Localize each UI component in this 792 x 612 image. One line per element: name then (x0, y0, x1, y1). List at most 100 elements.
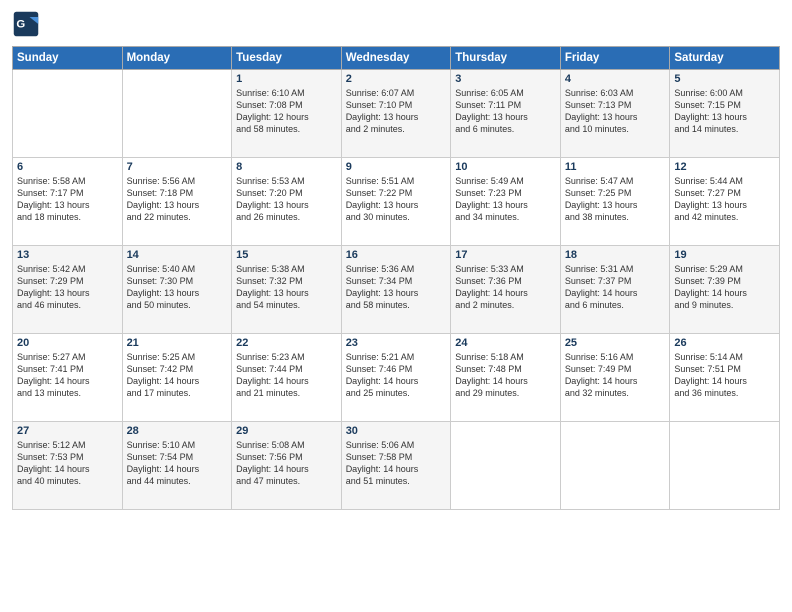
day-info: Sunrise: 5:27 AM Sunset: 7:41 PM Dayligh… (17, 351, 118, 400)
day-info: Sunrise: 6:10 AM Sunset: 7:08 PM Dayligh… (236, 87, 337, 136)
day-cell (451, 422, 561, 510)
day-cell: 10Sunrise: 5:49 AM Sunset: 7:23 PM Dayli… (451, 158, 561, 246)
day-cell: 11 Sunrise: 5:47 AM Sunset: 7:25 PM Dayli… (560, 158, 670, 246)
day-number: 6 (17, 161, 118, 173)
day-cell: 8 Sunrise: 5:53 AM Sunset: 7:20 PM Daylig… (232, 158, 342, 246)
day-cell: 5 Sunrise: 6:00 AM Sunset: 7:15 PM Daylig… (670, 70, 780, 158)
day-info: Sunrise: 5:40 AM Sunset: 7:30 PM Dayligh… (127, 263, 228, 312)
calendar-table: SundayMondayTuesdayWednesdayThursdayFrid… (12, 46, 780, 510)
day-info: Sunrise: 5:14 AM Sunset: 7:51 PM Dayligh… (674, 351, 775, 400)
day-cell: 26 Sunrise: 5:14 AM Sunset: 7:51 PM Dayli… (670, 334, 780, 422)
day-cell: 27 Sunrise: 5:12 AM Sunset: 7:53 PM Dayli… (13, 422, 123, 510)
day-info: Sunrise: 5:38 AM Sunset: 7:32 PM Dayligh… (236, 263, 337, 312)
day-cell: 4 Sunrise: 6:03 AM Sunset: 7:13 PM Daylig… (560, 70, 670, 158)
day-info: Sunrise: 5:10 AM Sunset: 7:54 PM Dayligh… (127, 439, 228, 488)
day-number: 14 (127, 249, 228, 261)
day-cell (13, 70, 123, 158)
day-number: 25 (565, 337, 666, 349)
day-cell: 15 Sunrise: 5:38 AM Sunset: 7:32 PM Dayli… (232, 246, 342, 334)
week-row-1: 1 Sunrise: 6:10 AM Sunset: 7:08 PM Daylig… (13, 70, 780, 158)
day-info: Sunrise: 5:16 AM Sunset: 7:49 PM Dayligh… (565, 351, 666, 400)
day-number: 28 (127, 425, 228, 437)
week-row-3: 13 Sunrise: 5:42 AM Sunset: 7:29 PM Dayli… (13, 246, 780, 334)
day-number: 2 (346, 73, 447, 85)
day-cell: 13 Sunrise: 5:42 AM Sunset: 7:29 PM Dayli… (13, 246, 123, 334)
day-info: Sunrise: 5:42 AM Sunset: 7:29 PM Dayligh… (17, 263, 118, 312)
weekday-tuesday: Tuesday (232, 47, 342, 70)
week-row-4: 20 Sunrise: 5:27 AM Sunset: 7:41 PM Dayli… (13, 334, 780, 422)
logo-icon: G (12, 10, 40, 38)
day-cell: 20 Sunrise: 5:27 AM Sunset: 7:41 PM Dayli… (13, 334, 123, 422)
day-number: 19 (674, 249, 775, 261)
day-number: 4 (565, 73, 666, 85)
day-cell (560, 422, 670, 510)
weekday-saturday: Saturday (670, 47, 780, 70)
day-cell: 6Sunrise: 5:58 AM Sunset: 7:17 PM Daylig… (13, 158, 123, 246)
day-cell: 3Sunrise: 6:05 AM Sunset: 7:11 PM Daylig… (451, 70, 561, 158)
day-number: 9 (346, 161, 447, 173)
day-number: 13 (17, 249, 118, 261)
weekday-friday: Friday (560, 47, 670, 70)
day-cell: 12 Sunrise: 5:44 AM Sunset: 7:27 PM Dayli… (670, 158, 780, 246)
day-info: Sunrise: 5:12 AM Sunset: 7:53 PM Dayligh… (17, 439, 118, 488)
day-info: Sunrise: 6:07 AM Sunset: 7:10 PM Dayligh… (346, 87, 447, 136)
day-cell: 25 Sunrise: 5:16 AM Sunset: 7:49 PM Dayli… (560, 334, 670, 422)
day-cell: 24 Sunrise: 5:18 AM Sunset: 7:48 PM Dayli… (451, 334, 561, 422)
svg-text:G: G (16, 19, 25, 31)
day-number: 15 (236, 249, 337, 261)
day-number: 27 (17, 425, 118, 437)
day-info: Sunrise: 5:21 AM Sunset: 7:46 PM Dayligh… (346, 351, 447, 400)
week-row-2: 6Sunrise: 5:58 AM Sunset: 7:17 PM Daylig… (13, 158, 780, 246)
day-info: Sunrise: 5:53 AM Sunset: 7:20 PM Dayligh… (236, 175, 337, 224)
day-number: 18 (565, 249, 666, 261)
weekday-wednesday: Wednesday (341, 47, 451, 70)
day-cell: 30Sunrise: 5:06 AM Sunset: 7:58 PM Dayli… (341, 422, 451, 510)
day-cell: 9 Sunrise: 5:51 AM Sunset: 7:22 PM Daylig… (341, 158, 451, 246)
day-info: Sunrise: 5:44 AM Sunset: 7:27 PM Dayligh… (674, 175, 775, 224)
day-number: 24 (455, 337, 556, 349)
day-number: 1 (236, 73, 337, 85)
day-info: Sunrise: 5:18 AM Sunset: 7:48 PM Dayligh… (455, 351, 556, 400)
day-cell: 14 Sunrise: 5:40 AM Sunset: 7:30 PM Dayli… (122, 246, 232, 334)
header: G (12, 10, 780, 38)
day-number: 12 (674, 161, 775, 173)
day-number: 8 (236, 161, 337, 173)
day-info: Sunrise: 5:25 AM Sunset: 7:42 PM Dayligh… (127, 351, 228, 400)
day-info: Sunrise: 5:33 AM Sunset: 7:36 PM Dayligh… (455, 263, 556, 312)
day-number: 21 (127, 337, 228, 349)
day-cell: 7 Sunrise: 5:56 AM Sunset: 7:18 PM Daylig… (122, 158, 232, 246)
day-number: 26 (674, 337, 775, 349)
day-info: Sunrise: 6:05 AM Sunset: 7:11 PM Dayligh… (455, 87, 556, 136)
day-cell: 19 Sunrise: 5:29 AM Sunset: 7:39 PM Dayli… (670, 246, 780, 334)
day-info: Sunrise: 5:36 AM Sunset: 7:34 PM Dayligh… (346, 263, 447, 312)
day-number: 11 (565, 161, 666, 173)
day-cell: 16Sunrise: 5:36 AM Sunset: 7:34 PM Dayli… (341, 246, 451, 334)
day-number: 29 (236, 425, 337, 437)
day-cell: 21 Sunrise: 5:25 AM Sunset: 7:42 PM Dayli… (122, 334, 232, 422)
day-cell (670, 422, 780, 510)
day-number: 30 (346, 425, 447, 437)
day-cell: 23 Sunrise: 5:21 AM Sunset: 7:46 PM Dayli… (341, 334, 451, 422)
day-cell: 18 Sunrise: 5:31 AM Sunset: 7:37 PM Dayli… (560, 246, 670, 334)
day-info: Sunrise: 5:29 AM Sunset: 7:39 PM Dayligh… (674, 263, 775, 312)
day-info: Sunrise: 5:31 AM Sunset: 7:37 PM Dayligh… (565, 263, 666, 312)
day-info: Sunrise: 5:23 AM Sunset: 7:44 PM Dayligh… (236, 351, 337, 400)
day-cell: 17 Sunrise: 5:33 AM Sunset: 7:36 PM Dayli… (451, 246, 561, 334)
day-info: Sunrise: 5:56 AM Sunset: 7:18 PM Dayligh… (127, 175, 228, 224)
day-cell: 28 Sunrise: 5:10 AM Sunset: 7:54 PM Dayli… (122, 422, 232, 510)
day-info: Sunrise: 5:51 AM Sunset: 7:22 PM Dayligh… (346, 175, 447, 224)
day-info: Sunrise: 6:03 AM Sunset: 7:13 PM Dayligh… (565, 87, 666, 136)
day-cell (122, 70, 232, 158)
day-number: 20 (17, 337, 118, 349)
day-info: Sunrise: 6:00 AM Sunset: 7:15 PM Dayligh… (674, 87, 775, 136)
page-container: G SundayMondayTuesdayWednesdayThursdayFr… (0, 0, 792, 612)
day-number: 5 (674, 73, 775, 85)
day-cell: 22Sunrise: 5:23 AM Sunset: 7:44 PM Dayli… (232, 334, 342, 422)
day-number: 10 (455, 161, 556, 173)
weekday-monday: Monday (122, 47, 232, 70)
day-info: Sunrise: 5:08 AM Sunset: 7:56 PM Dayligh… (236, 439, 337, 488)
day-info: Sunrise: 5:47 AM Sunset: 7:25 PM Dayligh… (565, 175, 666, 224)
day-number: 17 (455, 249, 556, 261)
day-number: 23 (346, 337, 447, 349)
day-number: 7 (127, 161, 228, 173)
